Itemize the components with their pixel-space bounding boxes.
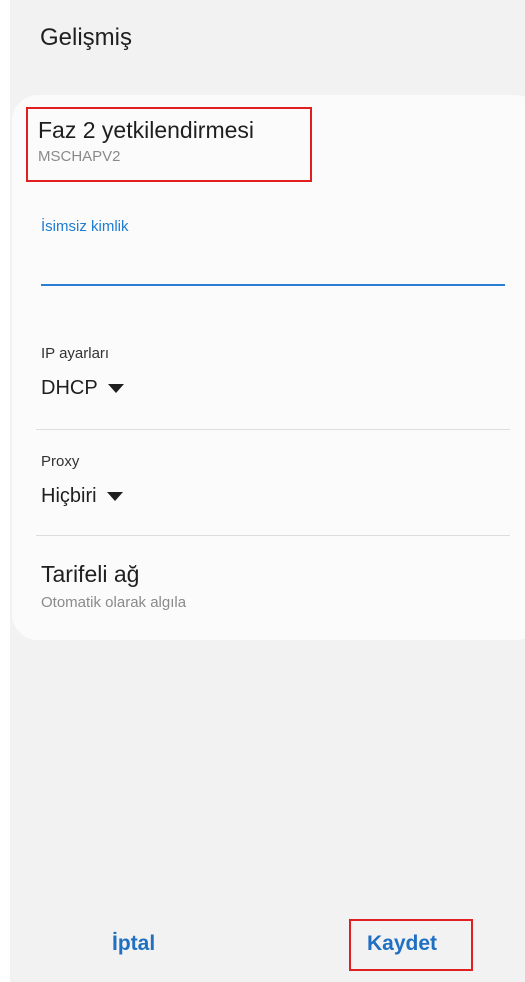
ip-settings-label: IP ayarları [41, 345, 110, 362]
cancel-button[interactable]: İptal [112, 932, 155, 956]
divider [36, 535, 510, 536]
ip-settings-value: DHCP [41, 377, 98, 399]
proxy-dropdown[interactable]: Hiçbiri [41, 485, 123, 508]
caret-down-icon [107, 384, 124, 393]
highlight-box-save [349, 919, 473, 971]
anonymous-identity-label: İsimsiz kimlik [41, 218, 129, 235]
anonymous-identity-input[interactable] [41, 245, 505, 281]
highlight-box-phase2 [26, 107, 312, 182]
proxy-label: Proxy [41, 453, 80, 470]
metered-network-value: Otomatik olarak algıla [41, 594, 187, 611]
metered-network-setting[interactable]: Tarifeli ağ Otomatik olarak algıla [41, 561, 186, 611]
anonymous-identity-underline [41, 284, 505, 286]
proxy-value: Hiçbiri [41, 485, 97, 507]
page-title: Gelişmiş [40, 24, 133, 51]
divider [36, 429, 510, 430]
advanced-settings-screen: Gelişmiş Faz 2 yetkilendirmesi MSCHAPV2 … [10, 0, 525, 982]
metered-network-title: Tarifeli ağ [41, 561, 140, 587]
caret-down-icon [106, 492, 123, 501]
ip-settings-dropdown[interactable]: DHCP [41, 377, 124, 400]
advanced-settings-card: Faz 2 yetkilendirmesi MSCHAPV2 İsimsiz k… [12, 95, 525, 640]
